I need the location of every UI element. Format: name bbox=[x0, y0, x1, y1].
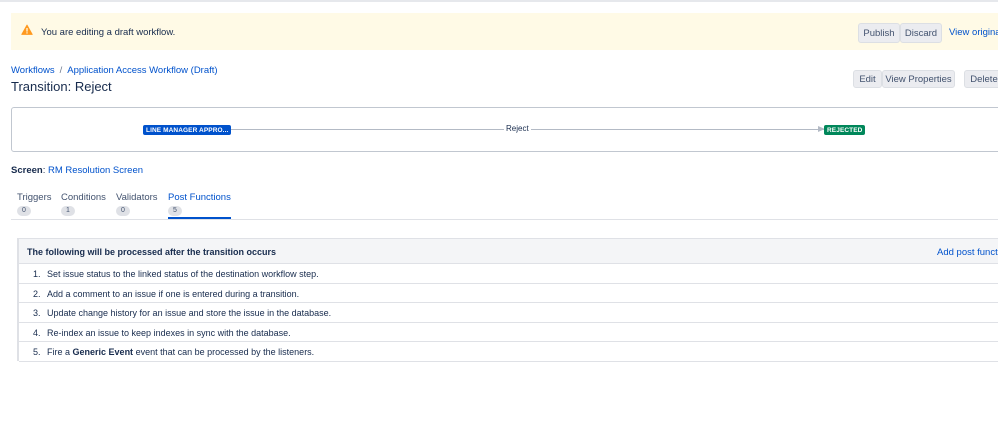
row-number: 1. bbox=[33, 269, 41, 279]
to-status-lozenge[interactable]: REJECTED bbox=[824, 125, 866, 135]
breadcrumb: Workflows / Application Access Workflow (D… bbox=[11, 65, 218, 76]
event-name: Generic Event bbox=[72, 347, 134, 357]
view-properties-button[interactable]: View Properties bbox=[882, 70, 955, 88]
tab-count-badge: 0 bbox=[116, 206, 130, 216]
tab-label: Conditions bbox=[61, 192, 106, 203]
row-text: Set issue status to the linked status of… bbox=[47, 269, 319, 279]
breadcrumb-workflow-link[interactable]: Application Access Workflow (Draft) bbox=[67, 65, 217, 76]
edit-button[interactable]: Edit bbox=[853, 70, 882, 88]
table-row: 4. Re-index an issue to keep indexes in … bbox=[19, 323, 998, 342]
row-number: 5. bbox=[33, 347, 41, 357]
tab-post-functions[interactable]: Post Functions 5 bbox=[168, 192, 231, 219]
screen-label: Screen bbox=[11, 165, 43, 176]
tab-conditions[interactable]: Conditions 1 bbox=[61, 192, 106, 216]
breadcrumb-separator: / bbox=[59, 65, 63, 76]
row-number: 3. bbox=[33, 308, 41, 318]
screen-info: Screen: RM Resolution Screen bbox=[11, 165, 143, 176]
breadcrumb-workflows-link[interactable]: Workflows bbox=[11, 65, 55, 76]
row-text: Update change history for an issue and s… bbox=[47, 308, 332, 318]
warning-icon bbox=[21, 24, 33, 36]
discard-button[interactable]: Discard bbox=[900, 23, 942, 43]
draft-banner: You are editing a draft workflow. Publis… bbox=[11, 13, 998, 50]
from-status-lozenge[interactable]: LINE MANAGER APPRO... bbox=[143, 125, 232, 135]
transition-diagram: LINE MANAGER APPRO... Reject REJECTED bbox=[11, 107, 998, 152]
tab-label: Validators bbox=[116, 192, 158, 203]
screen-link[interactable]: RM Resolution Screen bbox=[48, 165, 143, 176]
tab-count-badge: 5 bbox=[168, 206, 182, 216]
transition-tabs: Triggers 0 Conditions 1 Validators 0 Pos… bbox=[11, 190, 998, 220]
table-row: 1. Set issue status to the linked status… bbox=[19, 264, 998, 284]
tab-triggers[interactable]: Triggers 0 bbox=[17, 192, 52, 216]
tab-count-badge: 0 bbox=[17, 206, 31, 216]
screen-colon: : bbox=[42, 165, 46, 176]
row-number: 2. bbox=[33, 288, 41, 299]
row-text: Add a comment to an issue if one is ente… bbox=[47, 288, 300, 299]
row-text-suffix: event that can be processed by the liste… bbox=[135, 347, 315, 357]
banner-message: You are editing a draft workflow. bbox=[41, 27, 176, 38]
top-border bbox=[0, 0, 998, 2]
page-title: Transition: Reject bbox=[11, 79, 112, 94]
tab-label: Post Functions bbox=[168, 192, 231, 203]
tab-count-badge: 1 bbox=[61, 206, 75, 216]
row-text: Re-index an issue to keep indexes in syn… bbox=[47, 327, 291, 338]
table-row: 2. Add a comment to an issue if one is e… bbox=[19, 284, 998, 303]
tab-label: Triggers bbox=[17, 192, 52, 203]
add-post-function-link[interactable]: Add post function bbox=[937, 247, 998, 258]
post-functions-header-text: The following will be processed after th… bbox=[27, 247, 277, 257]
row-text: Fire a Generic Event event that can be p… bbox=[47, 347, 314, 357]
row-text-prefix: Fire a bbox=[47, 347, 71, 357]
publish-button[interactable]: Publish bbox=[858, 23, 900, 43]
view-original-link[interactable]: View original bbox=[949, 27, 998, 38]
delete-button[interactable]: Delete bbox=[964, 70, 998, 88]
table-row: 3. Update change history for an issue an… bbox=[19, 303, 998, 323]
table-row: 5. Fire a Generic Event event that can b… bbox=[19, 342, 998, 362]
tab-validators[interactable]: Validators 0 bbox=[116, 192, 158, 216]
transition-label: Reject bbox=[504, 124, 531, 133]
row-number: 4. bbox=[33, 327, 41, 338]
post-functions-header: The following will be processed after th… bbox=[19, 238, 998, 264]
post-functions-table: The following will be processed after th… bbox=[17, 238, 998, 362]
